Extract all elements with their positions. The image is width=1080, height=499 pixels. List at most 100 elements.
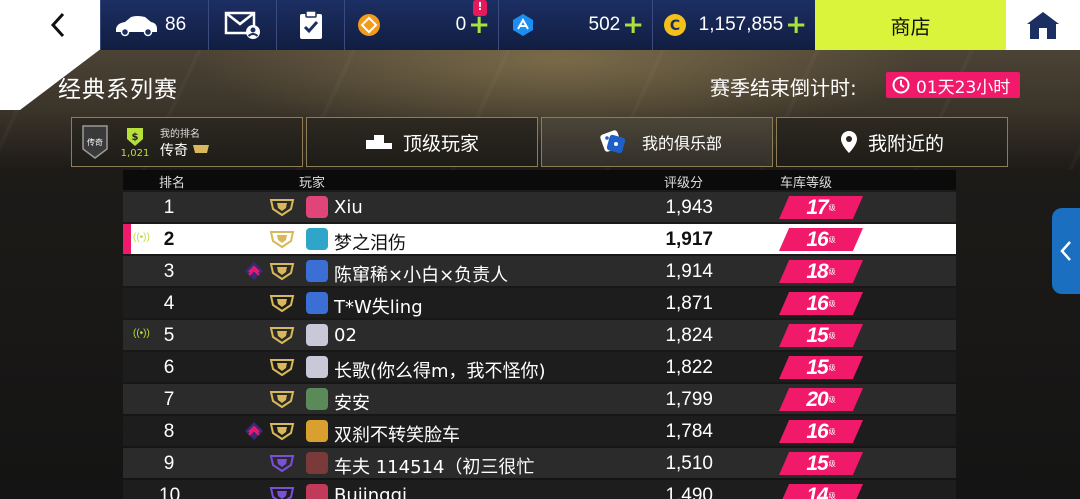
svg-text:传奇: 传奇 [87,137,103,147]
garage-level-badge: 16 级 [779,228,863,251]
gold-league-shield-icon [269,231,295,249]
table-row[interactable]: ((•)) 5 02 1,824 15 级 [123,320,956,350]
tab-my-rank[interactable]: 传奇 $ 1,021 我的排名 传奇 [71,117,303,167]
top-bar: 86 0 + ! 502 + C 1,157,855 + 商店 [0,0,1080,110]
credits-count: 1,157,855 [698,14,784,35]
table-row[interactable]: 10 Bujinggi 1,490 14 级 [123,480,956,499]
player-avatar [306,292,328,314]
mail-icon [224,11,260,39]
car-icon [116,16,157,37]
rank-text-block: 我的排名 传奇 [160,125,210,160]
table-row[interactable]: 3 陈窜稀×小白×负责人 1,914 18 级 [123,256,956,286]
gold-league-shield-icon [269,391,295,409]
player-avatar [306,196,328,218]
my-rank-value: 传奇 [160,140,210,160]
garage-level-value: 17 [806,195,828,219]
garage-level-badge: 15 级 [779,452,863,475]
player-name: 长歌(你么得m，我不怪你) [334,361,546,382]
level-shield-icon: $ [127,127,143,146]
garage-level-badge: 16 级 [779,292,863,315]
legend-rank-badge-icon: 传奇 [82,125,108,159]
gold-shield-icon [193,144,210,153]
table-row[interactable]: ((•)) 2 梦之泪伤 1,917 16 级 [123,224,956,254]
row-score: 1,510 [665,453,713,474]
tab-nearby-label: 我附近的 [867,132,944,155]
token-count: 0 [455,14,467,35]
header-player: 玩家 [299,176,326,191]
garage-level-badge: 20 级 [779,388,863,411]
podium-icon [365,135,392,149]
credits-coin-icon: C [664,14,686,36]
garage-level-suffix: 级 [828,492,836,499]
leaderboard-table: 排名 玩家 评级分 车库等级 1 Xiu 1,943 17 级 ((•)) 2 梦之泪伤 1,9… [123,170,956,499]
table-row[interactable]: 1 Xiu 1,943 17 级 [123,192,956,222]
garage-level-suffix: 级 [828,300,836,308]
row-score: 1,822 [665,357,713,378]
garage-level-badge: 16 级 [779,420,863,443]
gold-league-shield-icon [269,327,295,345]
rank-points-block: $ 1,021 [118,126,152,159]
player-name: 安安 [334,393,370,414]
my-rank-label: 我的排名 [160,128,200,140]
back-button[interactable] [38,8,78,42]
table-header: 排名 玩家 评级分 车库等级 [123,170,956,191]
credits-currency[interactable]: C 1,157,855 + [652,0,815,50]
player-name: 车夫 114514（初三很忙 [334,457,535,478]
tab-my-club[interactable]: 我的俱乐部 [541,117,773,167]
token-alert-badge: ! [473,0,487,16]
row-score: 1,871 [665,293,713,314]
current-player-marker [123,224,131,254]
garage-level-value: 20 [806,387,828,411]
tab-my-club-label: 我的俱乐部 [641,134,722,153]
tab-top-players[interactable]: 顶级玩家 [306,117,538,167]
row-score: 1,490 [665,485,713,499]
row-rank: 9 [163,453,175,474]
garage-level-badge: 18 级 [779,260,863,283]
online-signal-icon: ((•)) [133,232,150,243]
page-title: 经典系列赛 [58,77,178,103]
tab-nearby[interactable]: 我附近的 [776,117,1008,167]
tab-top-players-label: 顶级玩家 [402,132,479,155]
garage-level-badge: 15 级 [779,356,863,379]
add-credits-plus-icon[interactable]: + [785,12,807,38]
table-row[interactable]: 7 安安 1,799 20 级 [123,384,956,414]
home-icon [1027,12,1059,39]
table-row[interactable]: 6 长歌(你么得m，我不怪你) 1,822 15 级 [123,352,956,382]
countdown-badge: 01天23小时 [886,72,1021,98]
tasks-button[interactable] [276,0,344,50]
garage-level-value: 18 [806,259,828,283]
garage-level-suffix: 级 [828,428,836,436]
table-row[interactable]: 4 T*W失ling 1,871 16 级 [123,288,956,318]
row-rank: 4 [163,293,175,314]
garage-level-value: 16 [806,419,828,443]
row-score: 1,917 [665,229,713,250]
garage-count[interactable]: 86 [100,0,208,50]
gold-league-shield-icon [269,295,295,313]
table-row[interactable]: 9 车夫 114514（初三很忙 1,510 15 级 [123,448,956,478]
garage-level-suffix: 级 [828,396,836,404]
countdown-label: 赛季结束倒计时: [710,76,857,100]
garage-level-badge: 14 级 [779,484,863,499]
countdown-value: 01天23小时 [916,77,1011,98]
table-row[interactable]: 8 双刹不转笑脸车 1,784 16 级 [123,416,956,446]
blue-count: 502 [588,14,621,35]
player-avatar [306,228,328,250]
add-blue-plus-icon[interactable]: + [622,12,644,38]
blue-currency[interactable]: 502 + [498,0,652,50]
header-rank: 排名 [159,176,186,191]
online-signal-icon: ((•)) [133,328,150,339]
purple-league-shield-icon [269,487,295,499]
shop-button[interactable]: 商店 [815,0,1006,50]
mail-button[interactable] [208,0,276,50]
player-name: 02 [334,325,357,346]
svg-text:C: C [670,18,680,34]
garage-level-suffix: 级 [828,204,836,212]
player-avatar [306,420,328,442]
row-rank: 1 [163,197,175,218]
side-panel-toggle[interactable] [1052,208,1080,294]
row-rank: 5 [163,325,175,346]
row-score: 1,784 [665,421,713,442]
token-currency[interactable]: 0 + ! [344,0,498,50]
home-button[interactable] [1006,0,1080,50]
player-avatar [306,356,328,378]
